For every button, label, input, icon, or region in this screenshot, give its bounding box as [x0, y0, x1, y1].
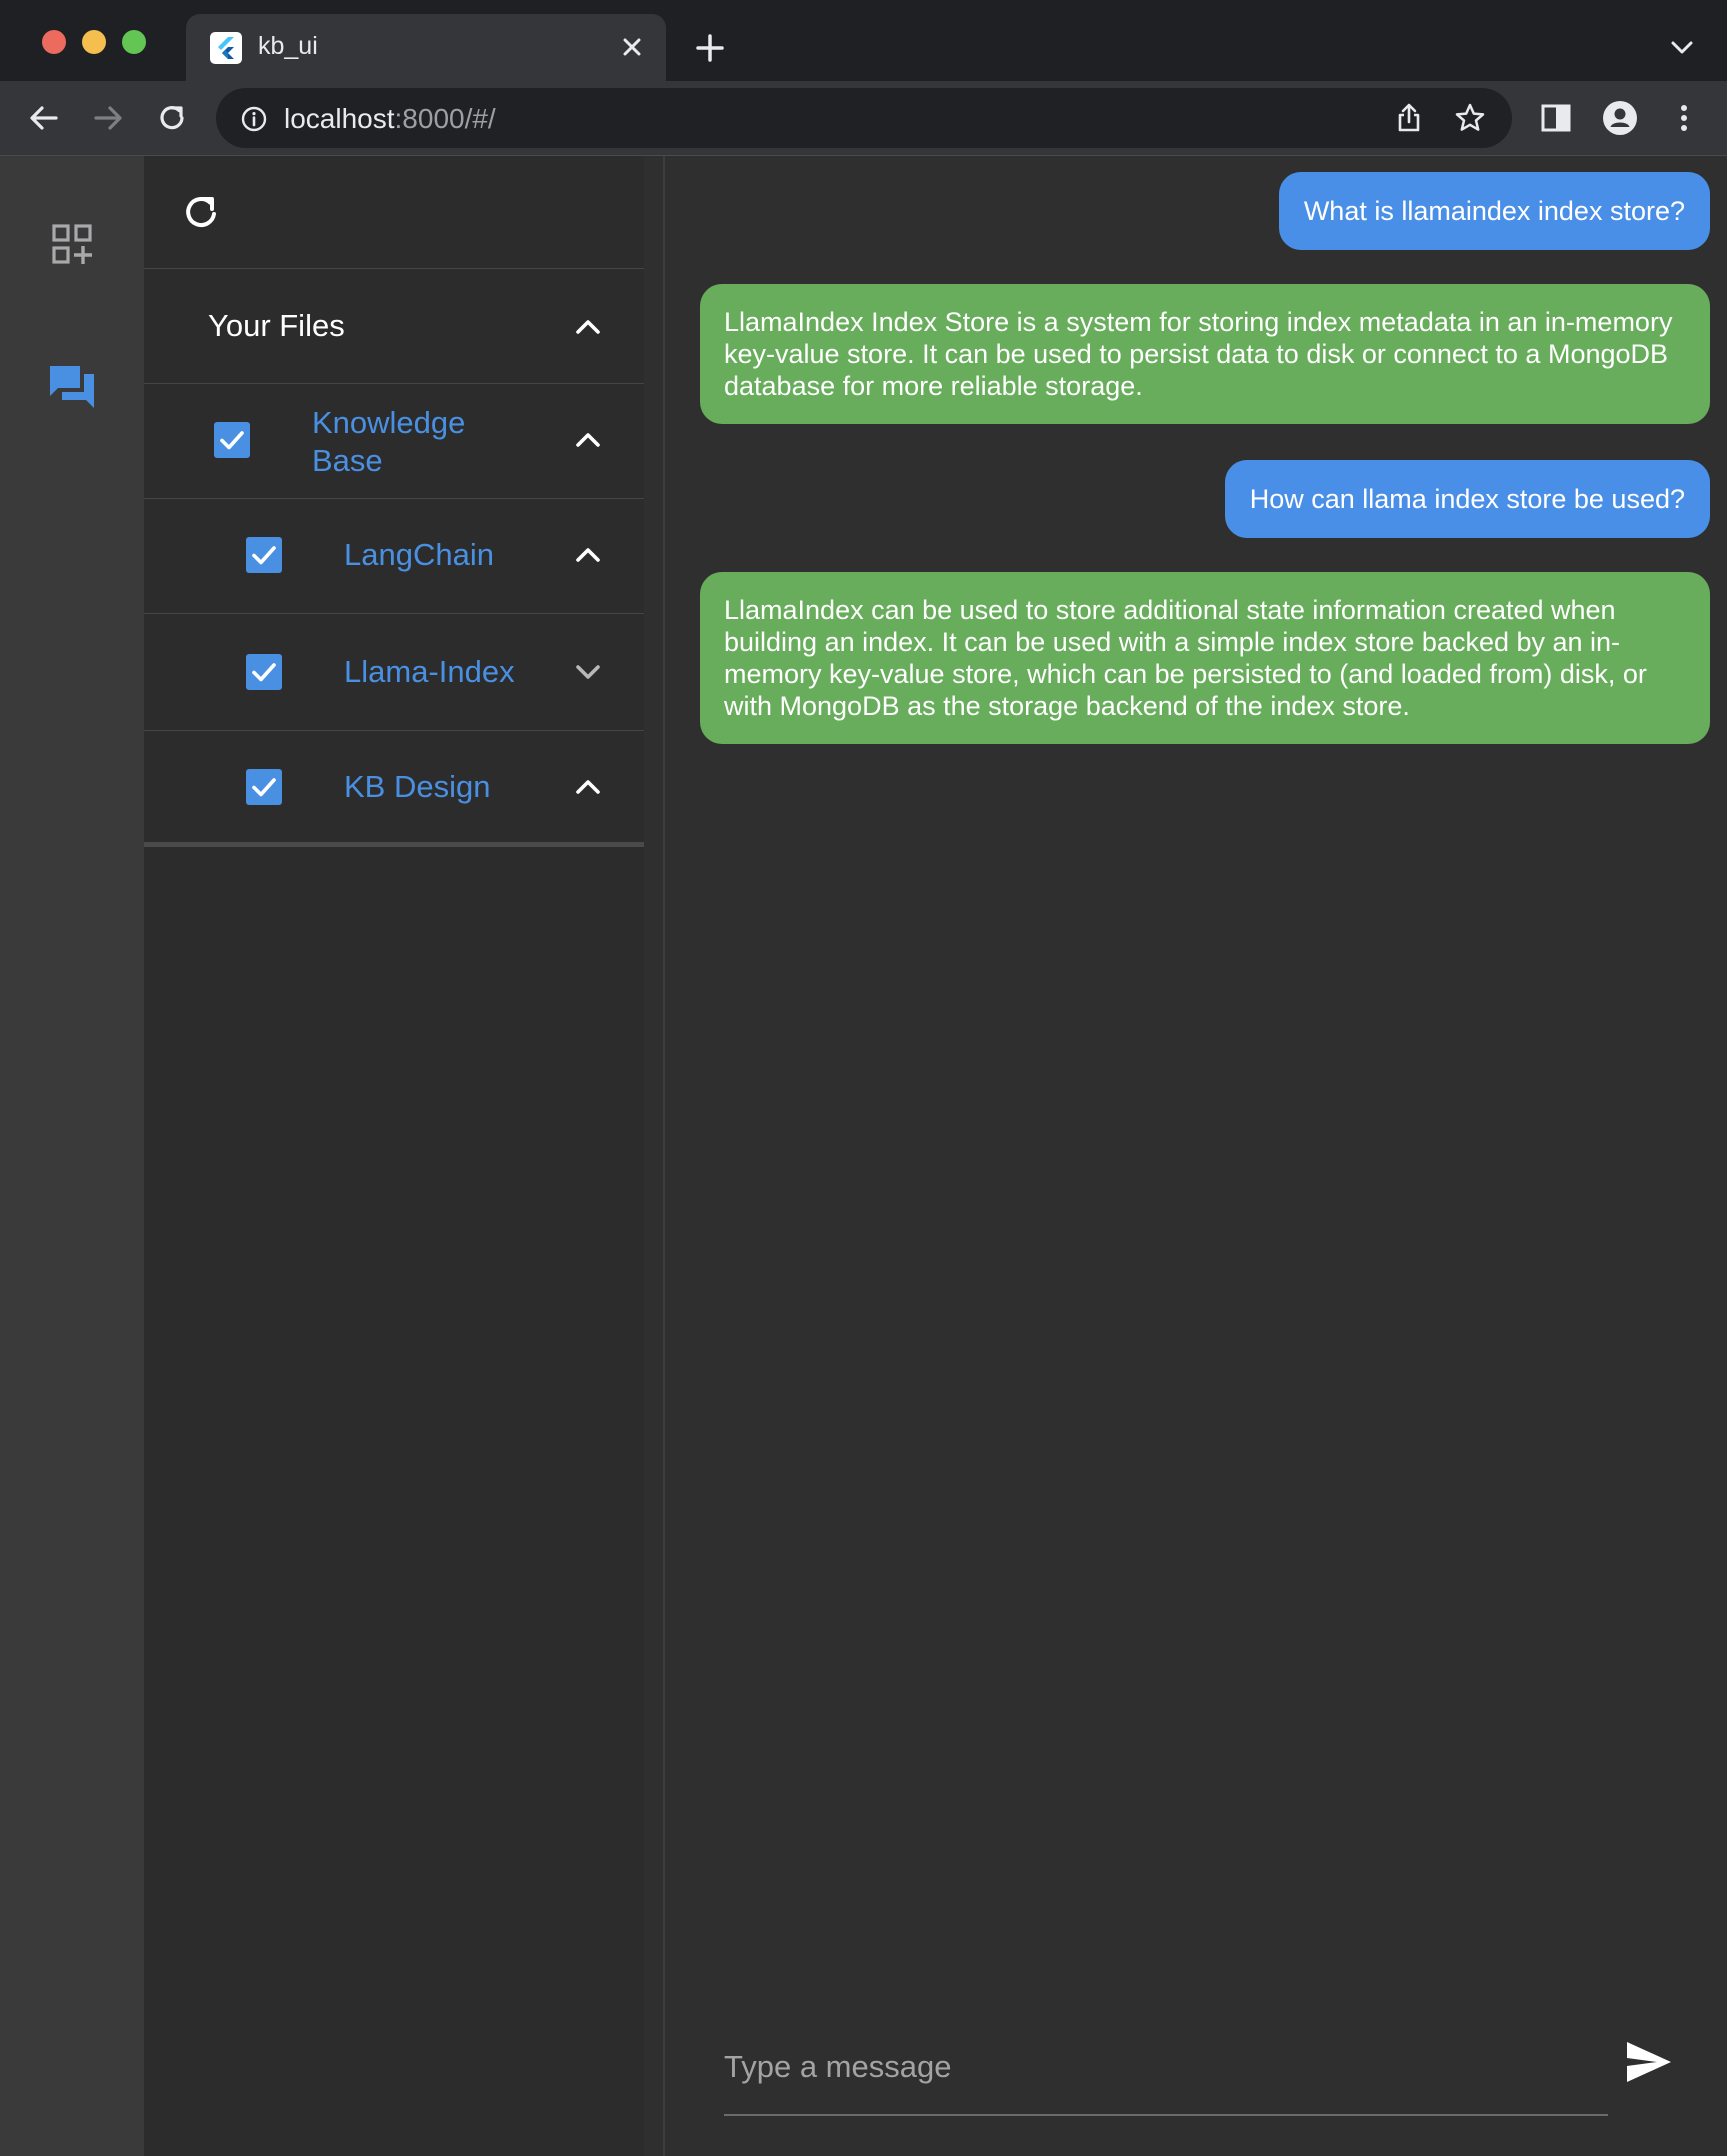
back-arrow-icon[interactable]: [26, 100, 62, 136]
url-host: localhost: [284, 103, 395, 134]
reload-icon[interactable]: [154, 100, 190, 136]
checkbox-checked[interactable]: [214, 422, 250, 458]
chat-area: What is llamaindex index store? LlamaInd…: [665, 156, 1727, 2156]
address-bar[interactable]: localhost:8000/#/: [216, 88, 1512, 148]
checkbox-checked[interactable]: [246, 769, 282, 805]
input-underline: [724, 2114, 1608, 2116]
message-input[interactable]: [724, 2042, 1604, 2092]
browser-toolbar: localhost:8000/#/: [0, 81, 1727, 155]
tree-node-label[interactable]: KB Design: [344, 768, 490, 806]
your-files-header[interactable]: Your Files: [144, 269, 644, 383]
tree-node-label[interactable]: Llama-Index: [344, 653, 515, 691]
profile-avatar-icon[interactable]: [1602, 100, 1638, 136]
add-widget-icon[interactable]: [50, 222, 94, 266]
navigation-rail: [0, 156, 144, 2156]
checkbox-checked[interactable]: [246, 537, 282, 573]
tab-search-chevron-down-icon[interactable]: [1668, 36, 1696, 58]
chevron-up-icon[interactable]: [572, 424, 604, 456]
chevron-down-icon[interactable]: [572, 656, 604, 688]
chevron-up-icon[interactable]: [572, 539, 604, 571]
section-title: Your Files: [208, 308, 345, 343]
bookmark-star-icon[interactable]: [1454, 102, 1486, 134]
chevron-up-icon[interactable]: [572, 311, 604, 343]
tree-node-label[interactable]: Knowledge Base: [312, 404, 522, 480]
forward-arrow-icon[interactable]: [90, 100, 126, 136]
window-close-button[interactable]: [42, 30, 66, 54]
tree-node-label[interactable]: LangChain: [344, 536, 494, 574]
user-message-bubble: How can llama index store be used?: [1224, 460, 1710, 538]
chrome-menu-kebab-icon[interactable]: [1666, 100, 1702, 136]
tree-node-knowledge-base[interactable]: Knowledge Base: [144, 384, 644, 498]
assistant-message-bubble: LlamaIndex can be used to store addition…: [700, 572, 1710, 744]
tree-bottom-border: [144, 842, 644, 847]
side-panel-icon[interactable]: [1538, 100, 1574, 136]
browser-tab[interactable]: kb_ui: [186, 14, 666, 81]
refresh-icon[interactable]: [180, 190, 224, 234]
flutter-favicon-icon: [210, 32, 242, 64]
tree-node-kb-design[interactable]: KB Design: [144, 731, 644, 842]
browser-tab-strip: kb_ui: [0, 0, 1727, 81]
site-info-icon[interactable]: [240, 105, 268, 133]
tree-node-langchain[interactable]: LangChain: [144, 499, 644, 613]
chat-icon[interactable]: [48, 364, 96, 410]
checkbox-checked[interactable]: [246, 654, 282, 690]
app-viewport: Your Files Knowledge Base LangChain Llam…: [0, 156, 1727, 2156]
files-panel: Your Files Knowledge Base LangChain Llam…: [144, 156, 644, 2156]
tab-title: kb_ui: [258, 32, 318, 60]
tree-node-llama-index[interactable]: Llama-Index: [144, 614, 644, 730]
window-minimize-button[interactable]: [82, 30, 106, 54]
tab-close-icon[interactable]: [618, 33, 646, 61]
user-message-bubble: What is llamaindex index store?: [1278, 172, 1710, 250]
share-icon[interactable]: [1394, 102, 1424, 134]
new-tab-plus-icon[interactable]: [694, 32, 726, 64]
assistant-message-bubble: LlamaIndex Index Store is a system for s…: [700, 284, 1710, 424]
chevron-up-icon[interactable]: [572, 771, 604, 803]
url-path: :8000/#/: [394, 103, 496, 134]
url-text: localhost:8000/#/: [284, 103, 496, 135]
window-zoom-button[interactable]: [122, 30, 146, 54]
send-icon[interactable]: [1625, 2040, 1673, 2084]
